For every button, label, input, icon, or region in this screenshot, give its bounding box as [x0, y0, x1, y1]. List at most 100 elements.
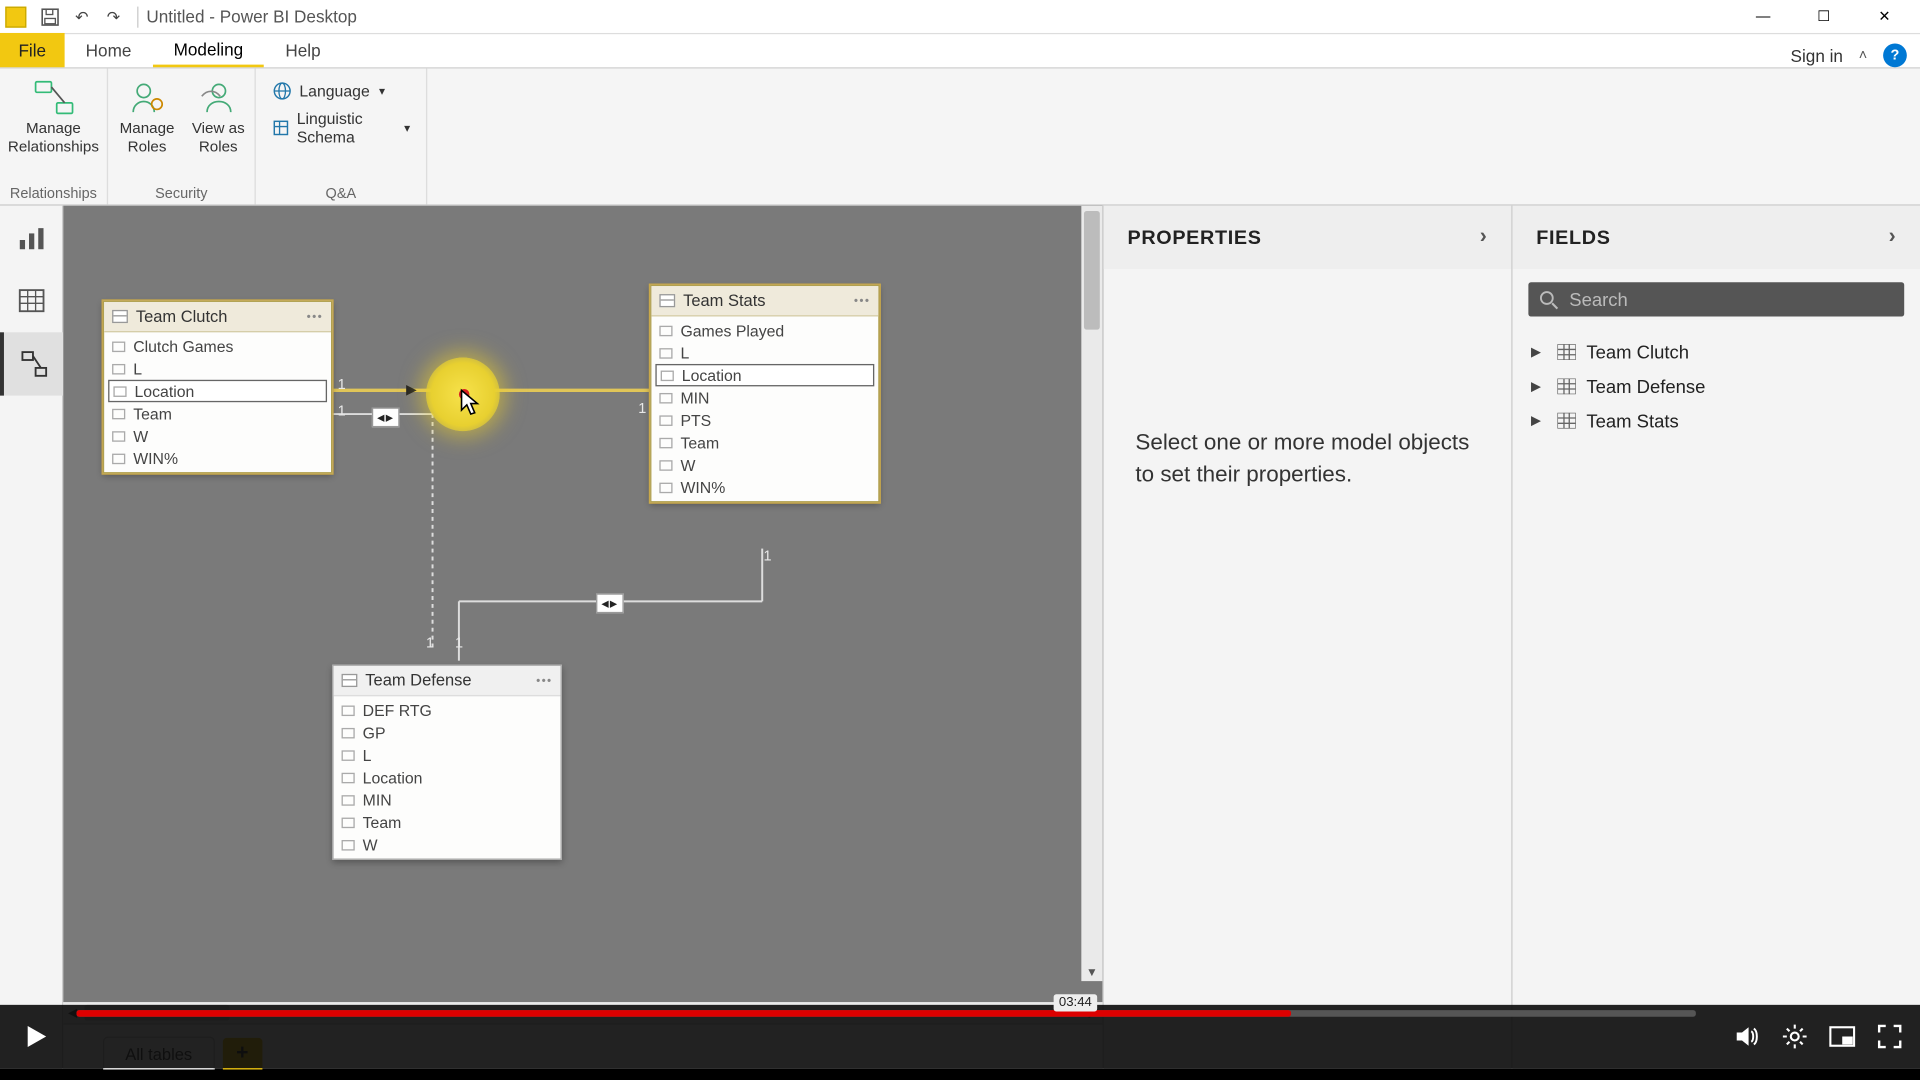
table-column-row[interactable]: DEF RTG	[334, 699, 561, 721]
table-column-row[interactable]: L	[651, 342, 878, 364]
column-icon	[112, 363, 125, 374]
column-icon	[342, 817, 355, 828]
manage-roles-button[interactable]: Manage Roles	[111, 74, 182, 160]
table-column-row[interactable]: Team	[651, 431, 878, 453]
model-canvas[interactable]: 1 1 1 1 1 1 ◂▸ ◂▸ Team Clutch ••• Clutch…	[63, 206, 1102, 1002]
table-icon	[659, 294, 675, 307]
column-icon	[659, 415, 672, 426]
table-column-row[interactable]: Location	[108, 380, 327, 402]
report-view-button[interactable]	[0, 206, 63, 269]
view-switcher	[0, 206, 63, 1068]
search-icon	[1539, 289, 1559, 309]
redo-icon[interactable]: ↷	[102, 5, 126, 29]
close-button[interactable]: ✕	[1854, 0, 1915, 34]
view-as-roles-button[interactable]: View as Roles	[185, 74, 251, 160]
language-button[interactable]: Language▾	[269, 79, 413, 103]
volume-icon[interactable]	[1733, 1022, 1762, 1051]
table-column-row[interactable]: MIN	[651, 386, 878, 408]
model-table-team-clutch[interactable]: Team Clutch ••• Clutch GamesLLocationTea…	[103, 301, 332, 474]
settings-icon[interactable]	[1780, 1022, 1809, 1051]
table-column-row[interactable]: WIN%	[104, 447, 331, 469]
tab-modeling[interactable]: Modeling	[152, 33, 264, 67]
expand-icon: ▶	[1531, 413, 1547, 428]
app-logo-icon	[5, 6, 26, 27]
properties-header: PROPERTIES ›	[1104, 206, 1511, 269]
table-column-row[interactable]: WIN%	[651, 476, 878, 498]
table-icon	[1557, 413, 1575, 429]
language-icon	[272, 80, 293, 101]
more-icon[interactable]: •••	[307, 310, 323, 323]
table-header[interactable]: Team Stats •••	[651, 286, 878, 316]
chevron-right-icon[interactable]: ›	[1889, 225, 1897, 249]
table-column-row[interactable]: W	[334, 833, 561, 855]
roles-manage-icon	[126, 76, 168, 118]
column-icon	[342, 727, 355, 738]
table-column-row[interactable]: Team	[104, 402, 331, 424]
fields-search[interactable]	[1528, 282, 1904, 316]
table-column-row[interactable]: Location	[655, 364, 874, 386]
cardinality-label: 1	[338, 404, 346, 420]
maximize-button[interactable]: ☐	[1793, 0, 1854, 34]
table-header[interactable]: Team Defense •••	[334, 666, 561, 696]
column-icon	[112, 431, 125, 442]
table-icon	[112, 310, 128, 323]
model-table-team-stats[interactable]: Team Stats ••• Games PlayedLLocationMINP…	[650, 285, 879, 503]
window-title: Untitled - Power BI Desktop	[146, 7, 357, 27]
table-column-row[interactable]: Location	[334, 766, 561, 788]
cardinality-label: 1	[338, 377, 346, 393]
scroll-down-icon[interactable]: ▼	[1081, 963, 1102, 981]
table-column-row[interactable]: GP	[334, 721, 561, 743]
chevron-right-icon[interactable]: ›	[1480, 225, 1488, 249]
table-icon	[1557, 344, 1575, 360]
table-name: Team Stats	[683, 291, 765, 309]
help-icon[interactable]: ?	[1883, 44, 1907, 68]
fields-header: FIELDS ›	[1513, 206, 1920, 269]
table-column-row[interactable]: W	[651, 454, 878, 476]
table-header[interactable]: Team Clutch •••	[104, 302, 331, 332]
model-table-team-defense[interactable]: Team Defense ••• DEF RTGGPLLocationMINTe…	[332, 665, 561, 860]
search-input[interactable]	[1569, 289, 1893, 310]
column-icon	[659, 437, 672, 448]
undo-icon[interactable]: ↶	[70, 5, 94, 29]
progress-bar[interactable]: 03:44	[76, 1010, 1695, 1017]
fields-list: ▶Team Clutch ▶Team Defense ▶Team Stats	[1513, 324, 1920, 448]
more-icon[interactable]: •••	[854, 294, 870, 307]
table-column-row[interactable]: Clutch Games	[104, 335, 331, 357]
field-table-item[interactable]: ▶Team Defense	[1518, 369, 1915, 403]
column-icon	[113, 386, 126, 397]
fullscreen-icon[interactable]	[1875, 1022, 1904, 1051]
titlebar: ↶ ↷ Untitled - Power BI Desktop — ☐ ✕	[0, 0, 1920, 34]
sign-in-link[interactable]: Sign in	[1791, 45, 1843, 65]
table-column-row[interactable]: PTS	[651, 409, 878, 431]
minimize-button[interactable]: —	[1733, 0, 1794, 34]
table-column-row[interactable]: Games Played	[651, 319, 878, 341]
table-column-row[interactable]: Team	[334, 811, 561, 833]
table-column-row[interactable]: L	[334, 744, 561, 766]
field-table-item[interactable]: ▶Team Clutch	[1518, 335, 1915, 369]
timestamp-tooltip: 03:44	[1054, 994, 1098, 1011]
tab-file[interactable]: File	[0, 33, 65, 67]
table-column-row[interactable]: MIN	[334, 789, 561, 811]
tab-home[interactable]: Home	[65, 33, 153, 67]
play-button[interactable]	[16, 1017, 56, 1057]
model-view-button[interactable]	[0, 332, 63, 395]
save-icon[interactable]	[38, 5, 62, 29]
more-icon[interactable]: •••	[536, 674, 552, 687]
linguistic-schema-button[interactable]: Linguistic Schema▾	[269, 108, 413, 148]
fields-panel: FIELDS › ▶Team Clutch ▶Team Defense ▶Tea…	[1511, 206, 1920, 1068]
tab-help[interactable]: Help	[264, 33, 341, 67]
scrollbar-thumb[interactable]	[1084, 211, 1100, 330]
pip-icon[interactable]	[1828, 1022, 1857, 1051]
collapse-ribbon-icon[interactable]: ˄	[1854, 45, 1873, 66]
ribbon: Manage Relationships Relationships Manag…	[0, 69, 1920, 206]
table-column-row[interactable]: W	[104, 425, 331, 447]
column-icon	[659, 460, 672, 471]
table-name: Team Clutch	[136, 307, 228, 325]
column-icon	[659, 392, 672, 403]
table-column-row[interactable]: L	[104, 357, 331, 379]
data-view-button[interactable]	[0, 269, 63, 332]
field-table-item[interactable]: ▶Team Stats	[1518, 404, 1915, 438]
column-icon	[659, 347, 672, 358]
manage-relationships-button[interactable]: Manage Relationships	[7, 74, 99, 160]
vertical-scrollbar[interactable]: ▲ ▼	[1081, 206, 1102, 981]
